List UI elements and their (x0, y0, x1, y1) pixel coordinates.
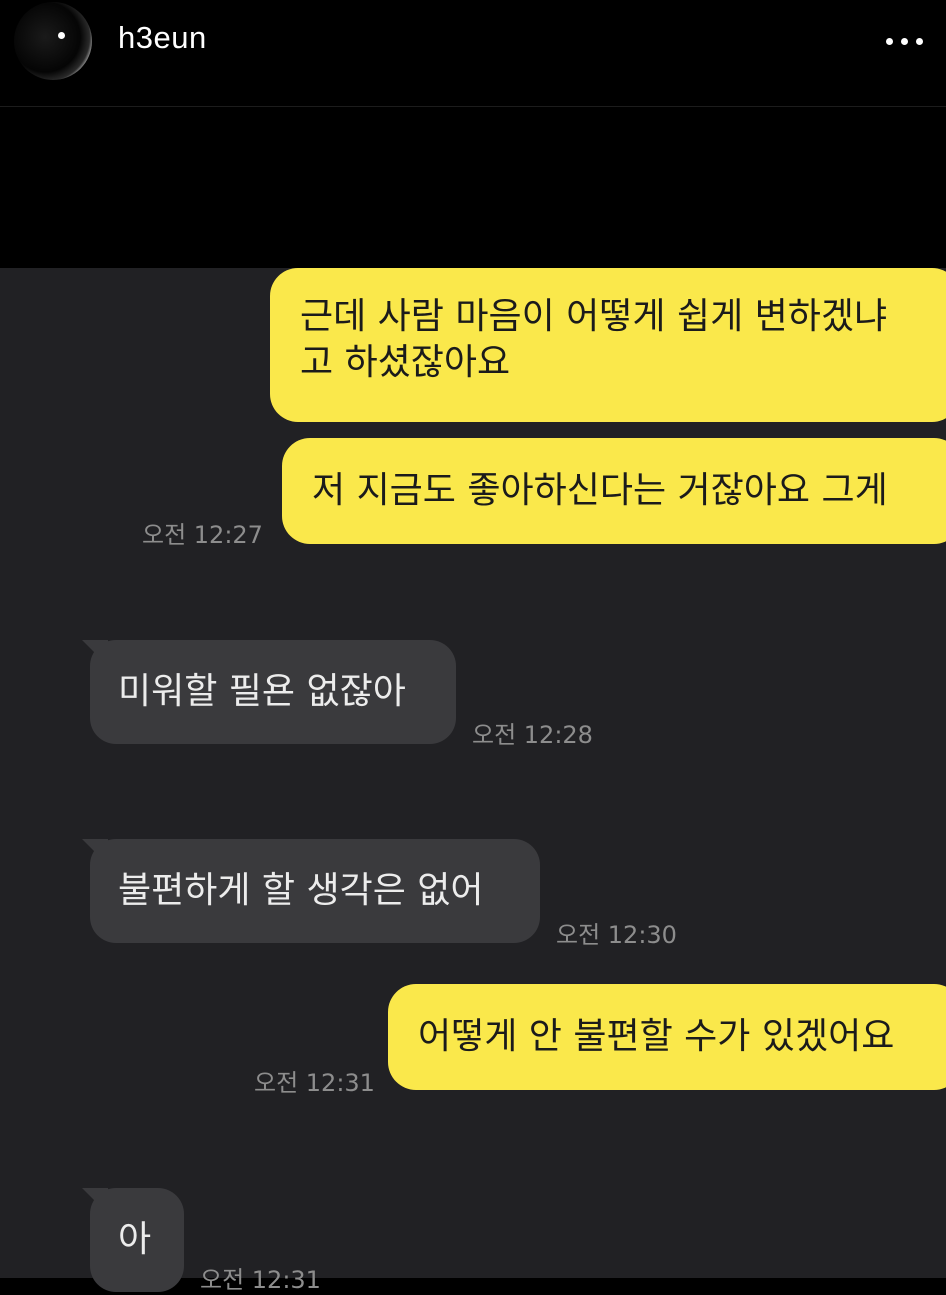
message-text: 불편하게 할 생각은 없어 (118, 870, 484, 911)
post-header: h3eun (0, 0, 946, 105)
received-message-bubble: 아 (90, 1188, 184, 1292)
message-text: 어떻게 안 불편할 수가 있겠어요 (418, 1016, 895, 1057)
message-timestamp: 오전 12:28 (472, 721, 593, 749)
message-timestamp: 오전 12:30 (556, 921, 677, 949)
sent-message-bubble: 저 지금도 좋아하신다는 거잖아요 그게 (282, 438, 946, 544)
message-line: 근데 사람 마음이 어떻게 쉽게 변하겠냐 (300, 296, 888, 337)
message-text: 아 (118, 1219, 152, 1260)
profile-avatar[interactable] (14, 2, 92, 80)
message-text: 저 지금도 좋아하신다는 거잖아요 그게 (312, 470, 888, 511)
chat-screenshot: 근데 사람 마음이 어떻게 쉽게 변하겠냐 고 하셨잖아요 저 지금도 좋아하신… (0, 268, 946, 1294)
username-label[interactable]: h3eun (118, 20, 207, 56)
more-horizontal-icon[interactable] (886, 38, 926, 48)
sent-message-bubble: 어떻게 안 불편할 수가 있겠어요 (388, 984, 946, 1090)
sent-message-bubble: 근데 사람 마음이 어떻게 쉽게 변하겠냐 고 하셨잖아요 (270, 268, 946, 422)
received-message-bubble: 미워할 필욘 없잖아 (90, 640, 456, 744)
message-timestamp: 오전 12:31 (254, 1069, 375, 1097)
avatar-highlight (58, 32, 65, 39)
header-divider (0, 106, 946, 107)
received-message-bubble: 불편하게 할 생각은 없어 (90, 839, 540, 943)
message-line: 고 하셨잖아요 (300, 342, 511, 383)
message-text: 미워할 필욘 없잖아 (118, 671, 406, 712)
message-timestamp: 오전 12:27 (142, 521, 263, 549)
